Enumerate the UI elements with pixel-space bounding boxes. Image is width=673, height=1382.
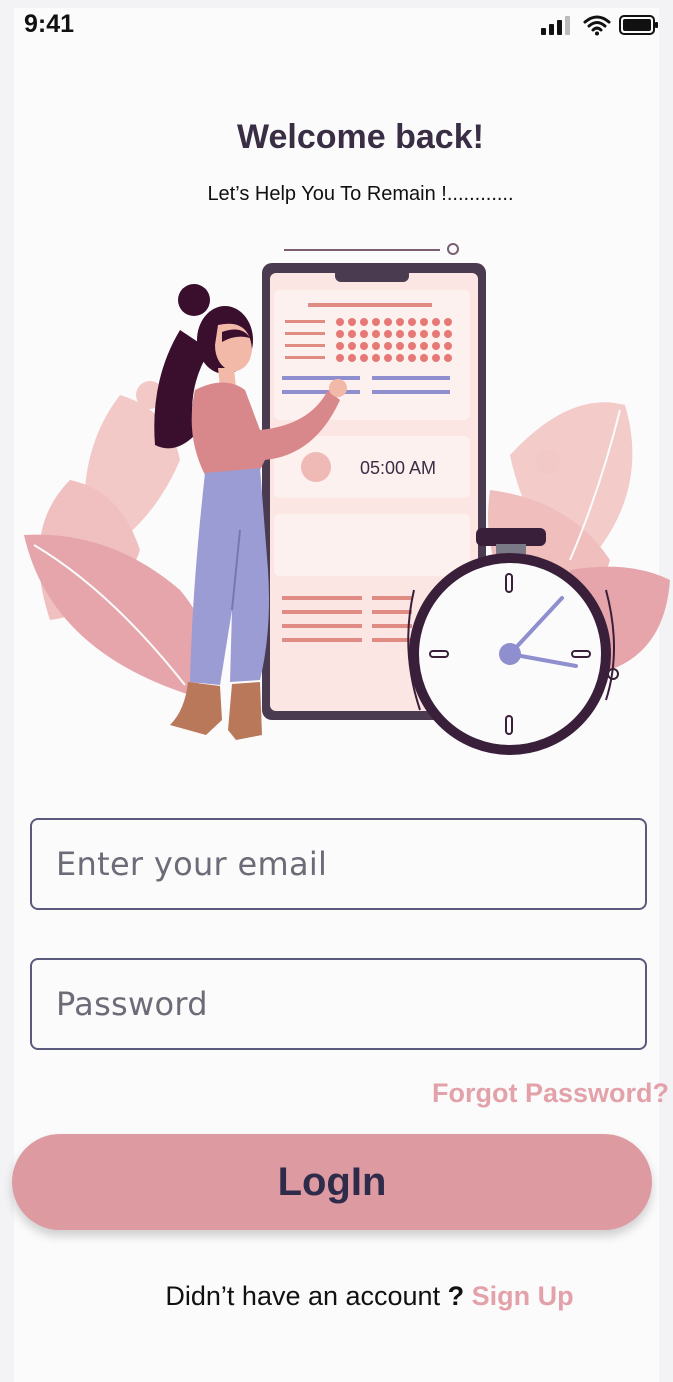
login-illustration: 05:00 AM: [24, 243, 670, 755]
page-subtitle: Let’s Help You To Remain !............: [207, 183, 514, 205]
status-time: 9:41: [24, 10, 75, 38]
signup-link[interactable]: Sign Up: [472, 1281, 574, 1311]
signup-prompt-text: Didn’t have an account: [165, 1281, 441, 1311]
wifi-icon: [583, 15, 611, 36]
battery-icon: [619, 15, 658, 35]
clock-time-label: 05:00 AM: [360, 458, 436, 478]
signup-question-mark: ?: [447, 1281, 465, 1311]
email-field[interactable]: Enter your email: [30, 818, 647, 910]
forgot-password-link[interactable]: Forgot Password?: [432, 1078, 669, 1109]
signup-prompt: Didn’t have an account ? Sign Up: [0, 1281, 673, 1312]
status-bar: 9:41: [0, 0, 659, 46]
login-button[interactable]: LogIn: [12, 1134, 652, 1230]
status-icons: [541, 14, 659, 36]
signal-icon: [541, 16, 570, 35]
page-title: Welcome back!: [237, 118, 484, 156]
password-field[interactable]: Password: [30, 958, 647, 1050]
